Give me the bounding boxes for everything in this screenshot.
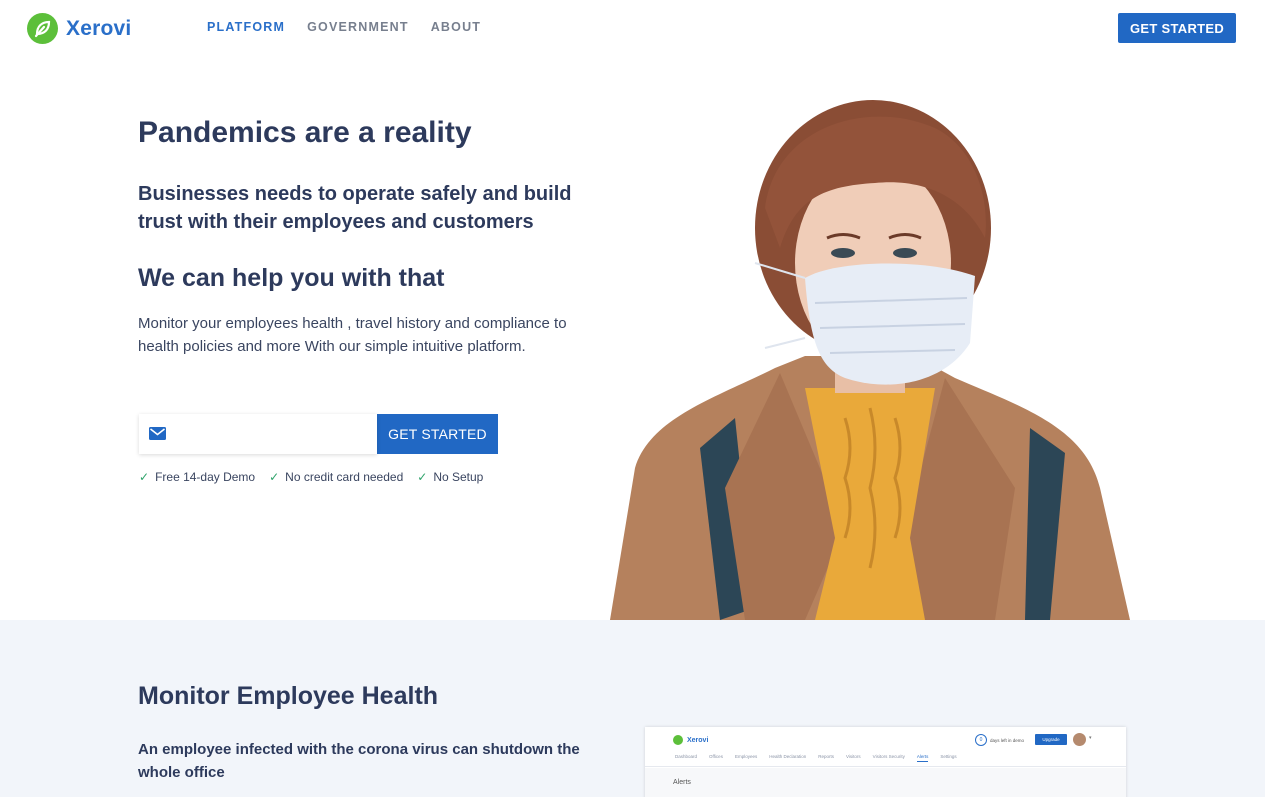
check-icon: ✓: [269, 470, 280, 484]
app-preview-nav: Dashboard Offices Employees Health Decla…: [675, 754, 957, 762]
demo-days-ring: 0: [975, 734, 987, 746]
app-nav-item: Visitors Security: [872, 754, 905, 759]
leaf-logo-icon: [673, 735, 683, 745]
brand-name: Xerovi: [66, 16, 132, 40]
nav-platform[interactable]: PLATFORM: [207, 20, 285, 34]
app-nav-item: Settings: [940, 754, 957, 759]
monitor-health-section: Monitor Employee Health An employee infe…: [0, 620, 1265, 797]
perks-list: ✓ Free 14-day Demo ✓ No credit card need…: [139, 470, 483, 484]
section-description: An employee infected with the corona vir…: [138, 741, 580, 781]
perk-label: No credit card needed: [285, 470, 404, 484]
hero-description: Monitor your employees health , travel h…: [138, 315, 567, 355]
perk-label: Free 14-day Demo: [155, 470, 256, 484]
app-preview-screenshot: Xerovi 0 days left in demo Upgrade ▾ Das…: [645, 727, 1126, 797]
perk-label: No Setup: [433, 470, 484, 484]
email-input[interactable]: [177, 422, 367, 446]
nav-government[interactable]: GOVERNMENT: [307, 20, 409, 34]
envelope-icon: [149, 427, 166, 440]
app-preview-header: Xerovi 0 days left in demo Upgrade ▾ Das…: [645, 727, 1126, 767]
app-nav-item: Dashboard: [675, 754, 698, 759]
signup-form: GET STARTED: [139, 414, 498, 454]
app-nav-item-active: Alerts: [916, 754, 929, 762]
main-nav: PLATFORM GOVERNMENT ABOUT: [207, 20, 481, 34]
check-icon: ✓: [417, 470, 428, 484]
perk-item: ✓ Free 14-day Demo: [139, 470, 255, 484]
hero-subtitle: Businesses needs to operate safely and b…: [138, 183, 572, 233]
chevron-down-icon: ▾: [1089, 735, 1092, 741]
app-preview-logo: Xerovi: [673, 735, 708, 745]
demo-days-text: days left in demo: [990, 737, 1025, 743]
header-get-started-button[interactable]: GET STARTED: [1118, 13, 1236, 43]
app-preview-upgrade-button: Upgrade: [1035, 734, 1067, 745]
brand-logo[interactable]: Xerovi: [27, 13, 131, 44]
app-nav-item: Reports: [818, 754, 834, 759]
perk-item: ✓ No credit card needed: [269, 470, 403, 484]
nav-about[interactable]: ABOUT: [431, 20, 481, 34]
check-icon: ✓: [139, 470, 150, 484]
email-field-wrapper: [139, 414, 377, 454]
app-preview-alerts-title: Alerts: [673, 779, 691, 786]
app-nav-item: Employees: [734, 754, 758, 759]
app-nav-item: Offices: [709, 754, 723, 759]
app-nav-item: Visitors: [846, 754, 861, 759]
hero-title: Pandemics are a reality: [138, 116, 472, 149]
avatar: [1073, 733, 1086, 746]
leaf-logo-icon: [27, 13, 58, 44]
section-title: Monitor Employee Health: [138, 682, 439, 710]
app-preview-body: Alerts: [645, 768, 1126, 797]
hero-help-title: We can help you with that: [138, 264, 445, 292]
app-nav-item: Health Declaration: [769, 754, 807, 759]
hero-get-started-button[interactable]: GET STARTED: [377, 414, 498, 454]
site-header: Xerovi PLATFORM GOVERNMENT ABOUT GET STA…: [0, 0, 1265, 56]
hero-photo-woman-with-mask: [610, 100, 1130, 620]
perk-item: ✓ No Setup: [417, 470, 483, 484]
app-preview-brand: Xerovi: [687, 736, 709, 744]
app-preview-demo-counter: 0 days left in demo: [975, 734, 1024, 746]
